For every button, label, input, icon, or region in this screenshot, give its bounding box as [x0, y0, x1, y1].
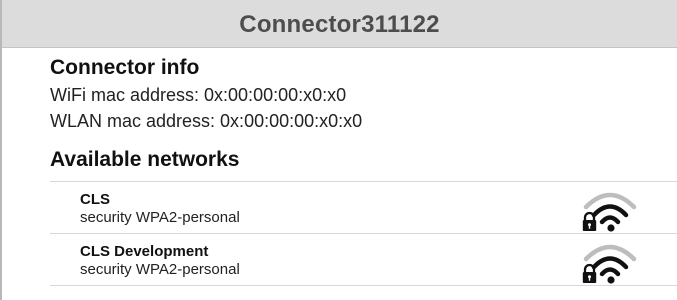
connector-info-heading: Connector info: [50, 56, 200, 79]
wifi-mac-address: WiFi mac address: 0x:00:00:00:x0:x0: [50, 85, 347, 105]
network-name: CLS: [80, 191, 110, 208]
window-title: Connector311122: [2, 0, 677, 48]
network-security: security WPA2-personal: [80, 261, 240, 278]
available-networks-heading: Available networks: [50, 148, 240, 171]
network-item-cls[interactable]: CLS security WPA2-personal: [50, 182, 677, 234]
network-list: CLS security WPA2-personal CLS Developme…: [50, 181, 677, 286]
wlan-mac-address: WLAN mac address: 0x:00:00:00:x0:x0: [50, 111, 363, 131]
network-item-cls-development[interactable]: CLS Development security WPA2-personal: [50, 234, 677, 286]
network-security: security WPA2-personal: [80, 209, 240, 226]
connector-window: Connector311122 Connector info WiFi mac …: [0, 0, 677, 300]
wifi-locked-icon: [582, 192, 637, 232]
wifi-locked-icon: [582, 244, 637, 284]
network-name: CLS Development: [80, 243, 209, 260]
